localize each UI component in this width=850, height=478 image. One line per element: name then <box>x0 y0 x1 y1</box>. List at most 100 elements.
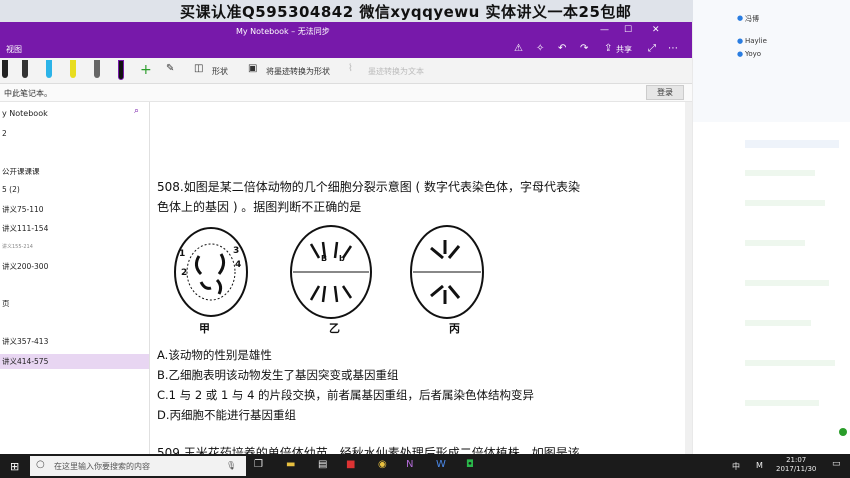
ink-to-shape-icon[interactable]: ▣ <box>248 63 257 74</box>
menu-view[interactable]: 视图 <box>6 44 22 55</box>
clock-date: 2017/11/30 <box>776 465 817 473</box>
option-d: D.丙细胞不能进行基因重组 <box>157 408 297 422</box>
chrome-icon[interactable]: ◉ <box>378 459 387 470</box>
maximize-icon[interactable]: ☐ <box>624 25 632 35</box>
section-item[interactable]: 2 <box>2 129 7 138</box>
ink-to-shape-button[interactable]: 将墨迹转换为形状 <box>266 66 330 77</box>
section-item[interactable]: 5 (2) <box>2 185 20 194</box>
windows-start-icon[interactable]: ⊞ <box>10 460 19 473</box>
share-button[interactable]: 共享 <box>616 44 632 55</box>
chat-user[interactable]: Yoyo <box>745 50 761 58</box>
undo-icon[interactable]: ↶ <box>558 43 566 54</box>
section-item[interactable]: 讲义75-110 <box>2 204 44 215</box>
option-a: A.该动物的性别是雄性 <box>157 348 272 362</box>
task-view-icon[interactable]: ❐ <box>254 459 263 470</box>
title-bar: My Notebook – 无法同步 — ☐ ✕ <box>0 22 692 40</box>
chromosome-number: 1 <box>179 249 186 259</box>
menu-bar: 视图 ⚠ ✧ ↶ ↷ ⇪ 共享 ⤢ ⋯ <box>0 40 692 58</box>
store-icon[interactable]: ▤ <box>318 459 327 470</box>
highlighter-yellow-icon[interactable] <box>70 60 76 78</box>
option-c: C.1 与 2 或 1 与 4 的片段交换，前者属基因重组，后者属染色体结构变异 <box>157 388 535 402</box>
chat-user[interactable]: Haylie <box>745 37 767 45</box>
question-508-line2: 色体上的基因 ) 。据图判断不正确的是 <box>157 200 362 214</box>
chromosome-number: 3 <box>233 246 240 256</box>
ink-to-text-icon: ⌇ <box>348 63 353 74</box>
onenote-window: My Notebook – 无法同步 — ☐ ✕ 视图 ⚠ ✧ ↶ ↷ ⇪ 共享… <box>0 22 692 476</box>
section-nav: y Notebook ⌕ 2 公开课课课 5 (2) 讲义75-110 讲义11… <box>0 102 150 454</box>
minimize-icon[interactable]: — <box>600 25 609 35</box>
send-icon[interactable] <box>839 428 847 436</box>
more-icon[interactable]: ⋯ <box>668 43 678 54</box>
ime-indicator[interactable]: 中 <box>732 461 740 472</box>
system-clock[interactable]: 21:07 2017/11/30 <box>776 456 816 474</box>
wechat-icon[interactable]: ◘ <box>466 459 474 470</box>
watermark-banner: 买课认准Q595304842 微信xyqqyewu 实体讲义一本25包邮 <box>180 3 632 21</box>
taskbar: ⊞ ○ 在这里输入你要搜索的内容 🎙 ❐ ▬ ▤ ■ ◉ N W ◘ 中 M 2… <box>0 454 850 478</box>
section-item[interactable]: 讲义155-214 <box>2 243 33 250</box>
cell-label-yi: 乙 <box>329 322 340 335</box>
pen-black-icon[interactable] <box>2 60 8 78</box>
question-508-line1: 508.如图是某二倍体动物的几个细胞分裂示意图 ( 数字代表染色体，字母代表染 <box>157 180 581 194</box>
taskbar-search[interactable]: ○ 在这里输入你要搜索的内容 🎙 <box>30 456 246 476</box>
page-canvas[interactable]: 508.如图是某二倍体动物的几个细胞分裂示意图 ( 数字代表染色体，字母代表染 … <box>151 102 691 454</box>
login-button[interactable]: 登录 <box>646 85 684 100</box>
shape-button[interactable]: 形状 <box>212 66 228 77</box>
cell-label-bing: 丙 <box>449 322 460 335</box>
chromosome-number: 4 <box>235 260 242 270</box>
ink-to-text-button: 墨迹转换为文本 <box>368 67 424 76</box>
close-icon[interactable]: ✕ <box>652 25 660 35</box>
cell-division-figure <box>174 225 484 319</box>
vertical-scrollbar[interactable] <box>685 102 692 454</box>
pen-dark-icon[interactable] <box>22 60 28 78</box>
lasso-icon[interactable]: ✎ <box>166 63 174 74</box>
lightbulb-icon[interactable]: ✧ <box>536 43 544 54</box>
window-title: My Notebook – 无法同步 <box>236 27 330 36</box>
user-icon: ● <box>737 14 744 22</box>
word-icon[interactable]: W <box>436 459 446 470</box>
section-item[interactable]: 公开课课课 <box>2 166 40 177</box>
draw-toolbar: + ✎ ◫ 形状 ▣ 将墨迹转换为形状 ⌇ 墨迹转换为文本 <box>0 58 692 84</box>
section-item-selected[interactable]: 讲义414-575 <box>0 354 149 369</box>
clock-time: 21:07 <box>786 456 807 464</box>
cell-label-jia: 甲 <box>199 322 210 335</box>
taskbar-search-placeholder: 在这里输入你要搜索的内容 <box>54 462 150 471</box>
user-icon: ● <box>737 50 744 58</box>
search-circle-icon: ○ <box>36 459 45 470</box>
fullscreen-icon[interactable]: ⤢ <box>648 43 656 54</box>
warning-icon[interactable]: ⚠ <box>514 43 523 54</box>
chat-panel: ● 冯博 ● Haylie ● Yoyo <box>693 0 850 454</box>
redo-icon[interactable]: ↷ <box>580 43 588 54</box>
notice-bar: 中此笔记本。 登录 <box>0 84 692 102</box>
chromosome-number: 2 <box>181 268 188 278</box>
section-item[interactable]: 讲义357-413 <box>2 336 48 347</box>
cell-bing <box>410 225 484 319</box>
section-item[interactable]: 页 <box>2 298 10 309</box>
microphone-icon[interactable]: 🎙 <box>226 461 236 470</box>
chat-user[interactable]: 冯博 <box>745 14 759 24</box>
user-icon: ● <box>737 37 744 45</box>
question-509-line1: 509.玉米花药培养的单倍体幼苗，经秋水仙素处理后形成二倍体植株。如图是该 <box>157 446 580 454</box>
cell-yi <box>290 225 372 319</box>
pen-selected-icon[interactable] <box>118 60 124 80</box>
gene-label: b <box>339 254 345 263</box>
notification-icon[interactable]: ▭ <box>832 459 841 469</box>
recorder-icon[interactable]: ■ <box>346 459 355 470</box>
option-b: B.乙细胞表明该动物发生了基因突变或基因重组 <box>157 368 399 382</box>
notebook-title[interactable]: y Notebook <box>2 109 48 118</box>
add-pen-icon[interactable]: + <box>140 62 152 78</box>
pen-gray-icon[interactable] <box>94 60 100 78</box>
shape-icon[interactable]: ◫ <box>194 63 203 74</box>
file-explorer-icon[interactable]: ▬ <box>286 459 295 470</box>
share-icon[interactable]: ⇪ <box>604 43 612 54</box>
section-item[interactable]: 讲义111-154 <box>2 223 48 234</box>
ime-mode-icon[interactable]: M <box>756 461 763 470</box>
onenote-icon[interactable]: N <box>406 459 413 470</box>
chat-message-list[interactable] <box>745 130 843 430</box>
search-icon[interactable]: ⌕ <box>134 106 139 116</box>
chat-header: ● 冯博 ● Haylie ● Yoyo <box>693 0 850 122</box>
pen-blue-icon[interactable] <box>46 60 52 78</box>
gene-label: B <box>321 254 328 263</box>
notice-text: 中此笔记本。 <box>4 89 52 98</box>
section-item[interactable]: 讲义200-300 <box>2 261 48 272</box>
screen: 买课认准Q595304842 微信xyqqyewu 实体讲义一本25包邮 My … <box>0 0 850 478</box>
